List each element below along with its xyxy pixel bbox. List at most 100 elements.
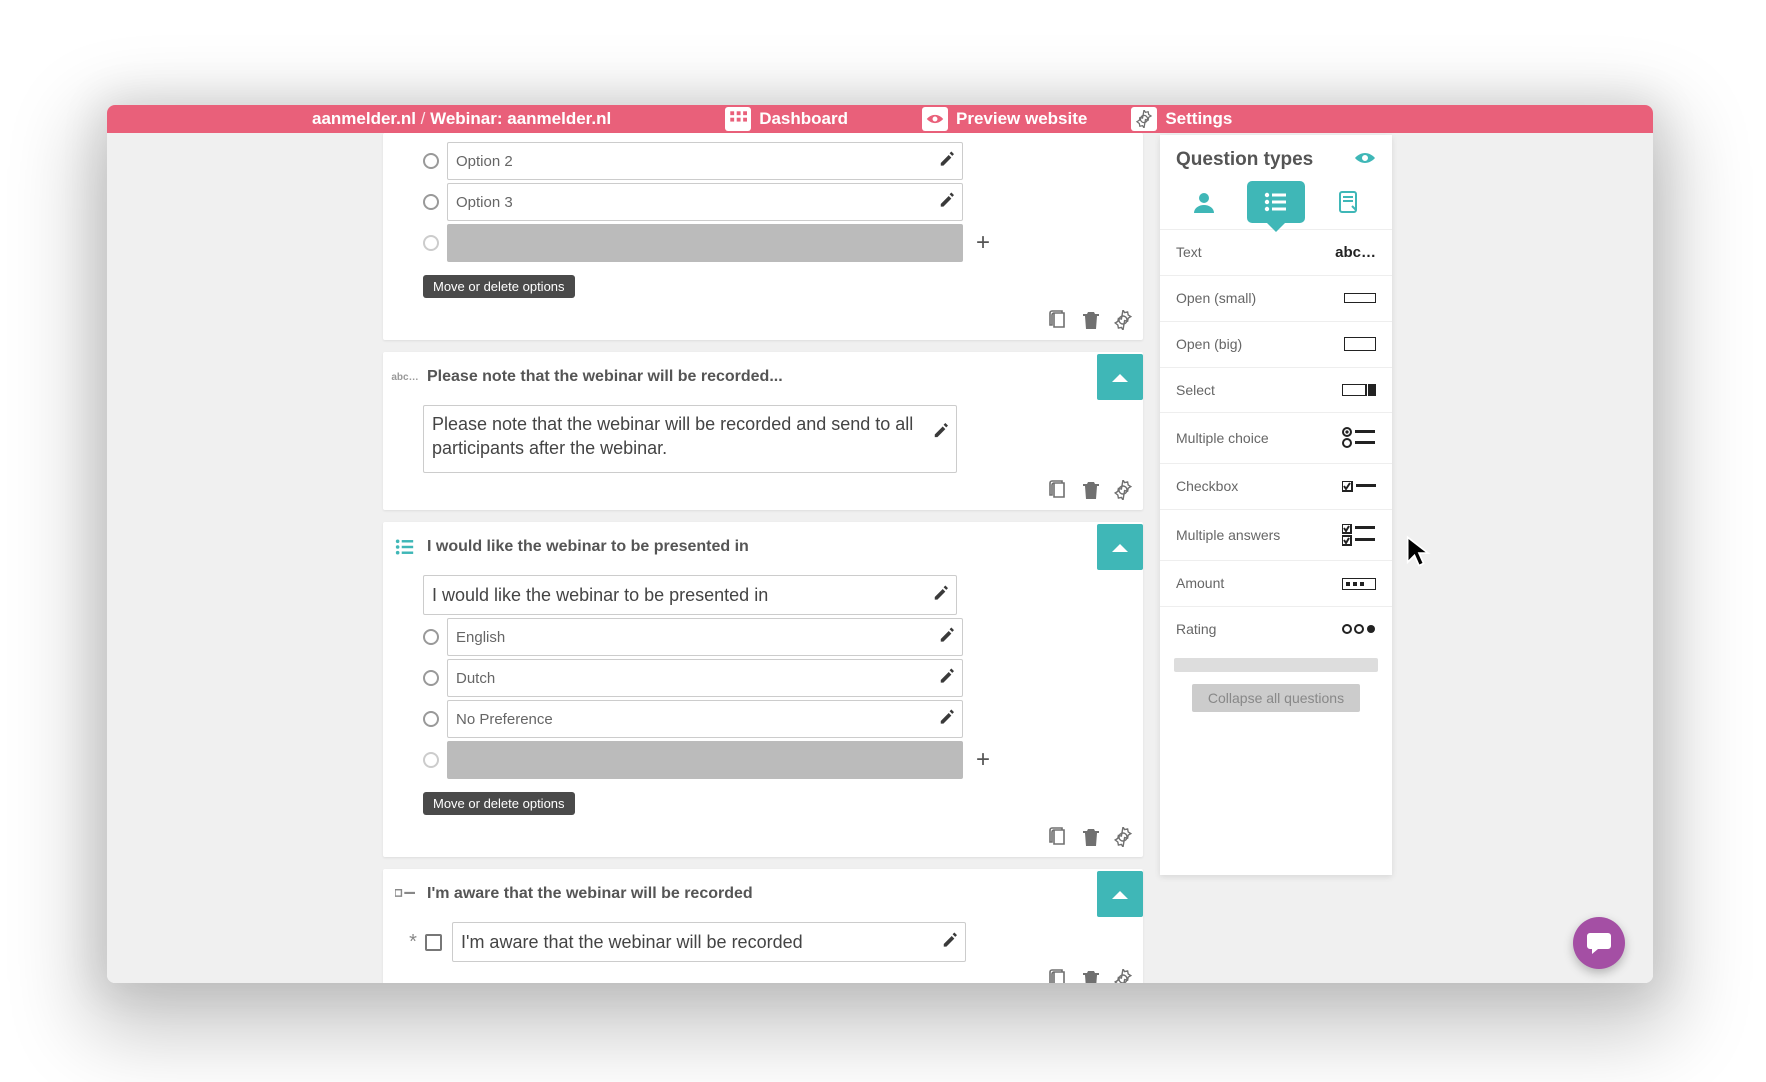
type-label: Multiple choice <box>1176 430 1269 447</box>
question-text-input[interactable]: I would like the webinar to be presented… <box>423 575 957 615</box>
question-types-panel: Question types Text abc… Open (small) <box>1160 135 1392 875</box>
pencil-icon[interactable] <box>939 628 954 647</box>
open-small-icon <box>1344 293 1376 303</box>
option-input[interactable]: Option 2 <box>447 142 963 180</box>
move-delete-chip[interactable]: Move or delete options <box>423 275 575 298</box>
tab-form[interactable] <box>1319 181 1377 223</box>
breadcrumb[interactable]: aanmelder.nl / Webinar: aanmelder.nl <box>302 109 621 129</box>
delete-button[interactable] <box>1081 310 1101 335</box>
type-label: Checkbox <box>1176 478 1238 495</box>
pencil-icon[interactable] <box>933 420 948 444</box>
duplicate-button[interactable] <box>1049 827 1069 852</box>
pencil-icon[interactable] <box>939 669 954 688</box>
option-value: Option 2 <box>456 153 513 170</box>
site-name: aanmelder.nl <box>312 109 416 128</box>
tab-personal[interactable] <box>1175 181 1233 223</box>
top-bar: aanmelder.nl / Webinar: aanmelder.nl Das… <box>107 105 1653 133</box>
type-label: Amount <box>1176 575 1224 592</box>
question-text-input[interactable]: I'm aware that the webinar will be recor… <box>452 922 966 962</box>
checkbox-type-icon <box>383 888 427 900</box>
pencil-icon[interactable] <box>939 152 954 171</box>
type-label: Select <box>1176 382 1215 399</box>
radio-icon[interactable] <box>423 670 439 686</box>
type-multiple-answers[interactable]: Multiple answers <box>1160 509 1392 560</box>
tab-questions[interactable] <box>1247 181 1305 223</box>
pencil-icon[interactable] <box>939 710 954 729</box>
type-checkbox[interactable]: Checkbox <box>1160 463 1392 509</box>
option-placeholder[interactable] <box>447 741 963 779</box>
panel-scrollbar[interactable] <box>1174 658 1378 672</box>
chat-launcher[interactable] <box>1573 917 1625 969</box>
eye-icon <box>922 107 948 131</box>
delete-button[interactable] <box>1081 480 1101 505</box>
question-title: I would like the webinar to be presented… <box>427 538 1097 556</box>
duplicate-button[interactable] <box>1049 310 1069 335</box>
type-label: Text <box>1176 244 1202 261</box>
nav-dashboard[interactable]: Dashboard <box>725 105 848 133</box>
pencil-icon[interactable] <box>942 932 957 953</box>
type-select[interactable]: Select <box>1160 367 1392 413</box>
pencil-icon[interactable] <box>939 193 954 212</box>
type-rating[interactable]: Rating <box>1160 606 1392 652</box>
add-option-button[interactable]: + <box>971 746 995 774</box>
settings-button[interactable] <box>1113 310 1133 335</box>
delete-button[interactable] <box>1081 827 1101 852</box>
settings-button[interactable] <box>1113 480 1133 505</box>
text-body: Please note that the webinar will be rec… <box>432 412 922 461</box>
duplicate-button[interactable] <box>1049 969 1069 984</box>
type-label: Open (big) <box>1176 336 1242 353</box>
option-input[interactable]: Dutch <box>447 659 963 697</box>
type-amount[interactable]: Amount <box>1160 560 1392 606</box>
add-option-button[interactable]: + <box>971 229 995 257</box>
type-multiple-choice[interactable]: Multiple choice <box>1160 412 1392 463</box>
radio-icon[interactable] <box>423 711 439 727</box>
radio-icon <box>423 752 439 768</box>
nav-settings-label: Settings <box>1165 109 1232 129</box>
amount-icon <box>1342 578 1376 590</box>
gear-icon <box>1131 107 1157 131</box>
checkbox-icon <box>1342 481 1376 493</box>
collapse-button[interactable] <box>1097 354 1143 400</box>
option-placeholder[interactable] <box>447 224 963 262</box>
dashboard-icon <box>725 107 751 131</box>
question-card[interactable]: Option 2 Option 3 <box>383 133 1143 340</box>
open-big-icon <box>1344 337 1376 351</box>
collapse-button[interactable] <box>1097 871 1143 917</box>
question-card[interactable]: I would like the webinar to be presented… <box>383 522 1143 857</box>
option-value: No Preference <box>456 711 553 728</box>
question-card[interactable]: abc… Please note that the webinar will b… <box>383 352 1143 510</box>
text-type-icon: abc… <box>383 372 427 383</box>
nav-settings[interactable]: Settings <box>1131 105 1232 133</box>
option-value: English <box>456 629 505 646</box>
radio-icon[interactable] <box>423 194 439 210</box>
rating-icon <box>1342 624 1376 634</box>
multichoice-type-icon <box>383 538 427 556</box>
nav-preview-label: Preview website <box>956 109 1087 129</box>
move-delete-chip[interactable]: Move or delete options <box>423 792 575 815</box>
pencil-icon[interactable] <box>933 585 948 606</box>
option-input[interactable]: No Preference <box>447 700 963 738</box>
type-label: Rating <box>1176 621 1216 638</box>
eye-icon[interactable] <box>1354 150 1376 171</box>
option-value: Option 3 <box>456 194 513 211</box>
multiple-choice-icon <box>1342 427 1376 449</box>
nav-preview[interactable]: Preview website <box>922 105 1087 133</box>
collapse-all-button[interactable]: Collapse all questions <box>1192 684 1360 712</box>
settings-button[interactable] <box>1113 969 1133 984</box>
type-open-big[interactable]: Open (big) <box>1160 321 1392 367</box>
type-open-small[interactable]: Open (small) <box>1160 275 1392 321</box>
collapse-button[interactable] <box>1097 524 1143 570</box>
option-input[interactable]: Option 3 <box>447 183 963 221</box>
multiple-answers-icon <box>1342 524 1376 546</box>
type-text[interactable]: Text abc… <box>1160 229 1392 275</box>
radio-icon[interactable] <box>423 153 439 169</box>
text-body-input[interactable]: Please note that the webinar will be rec… <box>423 405 957 473</box>
settings-button[interactable] <box>1113 827 1133 852</box>
delete-button[interactable] <box>1081 969 1101 984</box>
checkbox-icon[interactable] <box>425 934 442 951</box>
duplicate-button[interactable] <box>1049 480 1069 505</box>
question-card[interactable]: I'm aware that the webinar will be recor… <box>383 869 1143 983</box>
radio-icon[interactable] <box>423 629 439 645</box>
panel-title: Question types <box>1176 149 1313 171</box>
option-input[interactable]: English <box>447 618 963 656</box>
